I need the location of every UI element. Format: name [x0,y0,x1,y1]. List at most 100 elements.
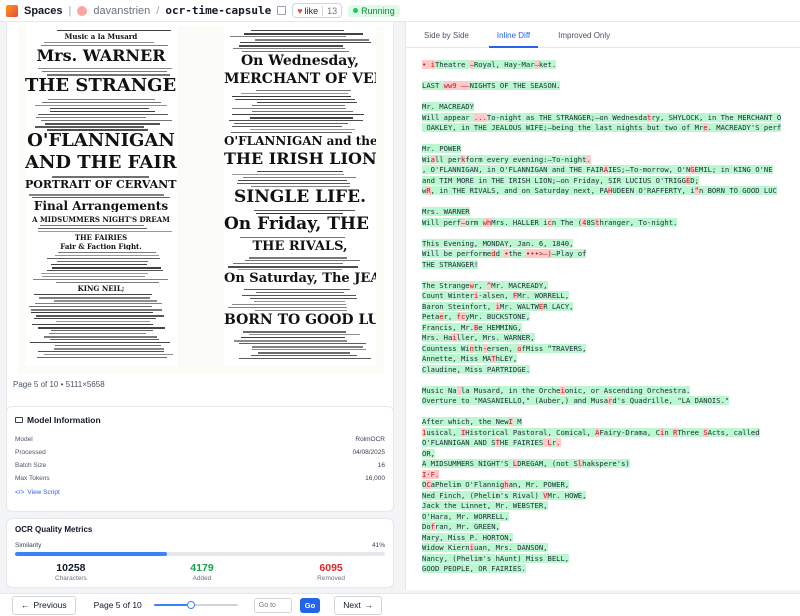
diff-removed-text: d [491,249,496,258]
copy-icon[interactable] [277,6,287,15]
ocr-metrics-card: OCR Quality Metrics Similarity 41% 10258… [6,518,394,588]
diff-line [422,92,800,103]
diff-added-text: an, Mr. POWER, [508,480,570,489]
diff-added-text: the [508,249,526,258]
newspaper-text-line [233,48,345,49]
diff-removed-text: I·F. [422,469,440,479]
spaces-logo-icon[interactable] [6,4,18,17]
newspaper-text-line [254,210,355,211]
diff-removed-text: C [426,480,431,489]
diff-line: O'Hara, Mr. WORRELL, [422,511,800,523]
page-indicator: Page 5 of 10 [93,600,142,610]
diff-line: Wiall perkform every evening:—To-night. [422,154,800,166]
diff-added-text: Francis, Mr. [422,322,474,332]
like-button[interactable]: ♥ like 13 [292,3,343,18]
code-icon: </> [15,489,25,496]
newspaper-heading: THE IRISH LION. [224,151,376,167]
newspaper-text-line [231,132,352,133]
newspaper-text-line [237,183,350,184]
tab-improved-only[interactable]: Improved Only [550,22,618,48]
diff-added-text: la Musard, in the Orche [460,385,561,395]
diff-removed-text: h [504,480,509,489]
diff-added-text: O'FLANNIGAN AND S [422,438,496,447]
diff-added-text: To-night as THE STRANGER;—on Wednesda [486,112,648,122]
stat-added: 4179 Added [190,562,213,582]
newspaper-heading: Final Arrangements [33,200,169,212]
diff-line: Baron Steinfort, iMr. WALTWER LACY, [422,301,800,313]
newspaper-text-line [51,330,153,331]
diff-added-text: Mrs. Ha [422,333,453,342]
diff-line: and TIM MORE in THE IRISH LION;—on Frida… [422,175,800,187]
owner-link[interactable]: davanstrien [93,5,150,17]
inline-diff-view[interactable]: • iTheatre —Royal, Hay-Mar—ket. LAST ww9 … [422,60,800,590]
tab-side-by-side[interactable]: Side by Side [416,22,477,48]
diff-line: , O'FLANNIGAN, in O'FLANNIGAN and THE FA… [422,165,800,176]
newspaper-heading: SINGLE LIFE. [234,189,366,206]
diff-line: Mrs. Hailler, Mrs. WARNER, [422,333,800,344]
model-info-card: Model Information Model RolmOCR Processed 0… [6,406,394,512]
newspaper-text-line [250,298,357,299]
tab-inline-diff[interactable]: Inline Diff [488,22,539,48]
diff-added-text: Mr. HOWE, [547,490,587,500]
newspaper-text-line [45,123,160,125]
diff-line [422,71,800,82]
diff-removed-text: T [491,354,496,363]
diff-added-text: Mrs. HALLER i [491,217,548,227]
diff-line: A MIDSUMMERS NIGHT'S LDREGAM, (not Slhak… [422,459,800,470]
newspaper-text-line [52,267,161,269]
newspaper-text-line [238,269,342,270]
diff-added-text: r, [443,312,457,321]
model-info-value: 16,000 [365,475,385,482]
spaces-link[interactable]: Spaces [24,5,63,17]
newspaper-text-line [56,282,159,283]
newspaper-text-line [232,108,346,109]
view-script-link[interactable]: </> View Script [15,489,385,496]
diff-line: Nancy, (Phelim's hAunt) Miss BELL, [422,553,800,565]
previous-button[interactable]: ← Previous [12,595,76,615]
diff-added-text: hranger, To-night. [599,217,678,227]
next-button[interactable]: Next → [334,595,383,615]
go-button[interactable]: Go [299,597,321,613]
newspaper-heading: O'FLANNIGAN and the FAIRIES. [224,135,376,147]
newspaper-subheading: Music a la Musard [64,33,138,40]
diff-line [422,197,800,208]
model-info-row: Model RolmOCR [15,433,385,446]
breadcrumb-slash: / [156,4,160,17]
monitor-icon [15,417,23,423]
diff-added-text: Will perf [422,217,461,227]
newspaper-heading: O'FLANNIGAN [27,132,175,150]
image-card: Music a la Musard Mrs. WARNER THE STRANGER… [6,22,394,420]
diff-removed-text: wh [482,217,492,227]
newspaper-text-line [38,228,147,229]
model-info-value: RolmOCR [355,436,385,443]
newspaper-scan-image[interactable]: Music a la Musard Mrs. WARNER THE STRANGER… [19,26,384,374]
diff-line: wR, in THE RIVALS, and on Saturday next,… [422,186,800,197]
characters-value: 10258 [56,562,86,574]
diff-line: 1usical, IHistorical Pastoral, Comical, … [422,427,800,439]
diff-added-text: The Strange [422,280,470,290]
diff-line [422,228,800,239]
page-slider-thumb[interactable] [186,601,195,609]
diff-line: Mr. POWER [422,144,800,155]
model-info-row: Batch Size 16 [15,459,385,472]
newspaper-text-line [58,252,156,253]
diff-added-text: Mr. MACREADY [422,102,474,111]
diff-added-text: Annette, Miss MA [422,354,492,363]
goto-page-input[interactable] [253,597,292,613]
newspaper-text-line [232,174,344,175]
newspaper-text-line [31,312,153,313]
diff-added-text: d [495,249,505,258]
diff-line: Count Winteri-alsen, FMr. WORRELL, [422,291,800,302]
repo-link[interactable]: ocr-time-capsule [165,4,271,17]
diff-removed-text: e [703,123,708,132]
diff-added-text: A MIDSUMMERS NIGHT'S [422,459,513,468]
model-info-value: 16 [377,462,385,469]
newspaper-heading: Mrs. WARNER [36,48,166,64]
diff-added-text: M [512,417,522,426]
page-slider[interactable] [153,600,238,610]
newspaper-text-line [232,304,346,305]
diff-added-text: Jack the Linnet, Mr. WEBSTER, [422,501,548,510]
similarity-bar [15,552,385,556]
diff-removed-text: o [517,343,522,353]
diff-added-text: uan, Mrs. DANSON, [473,543,548,552]
